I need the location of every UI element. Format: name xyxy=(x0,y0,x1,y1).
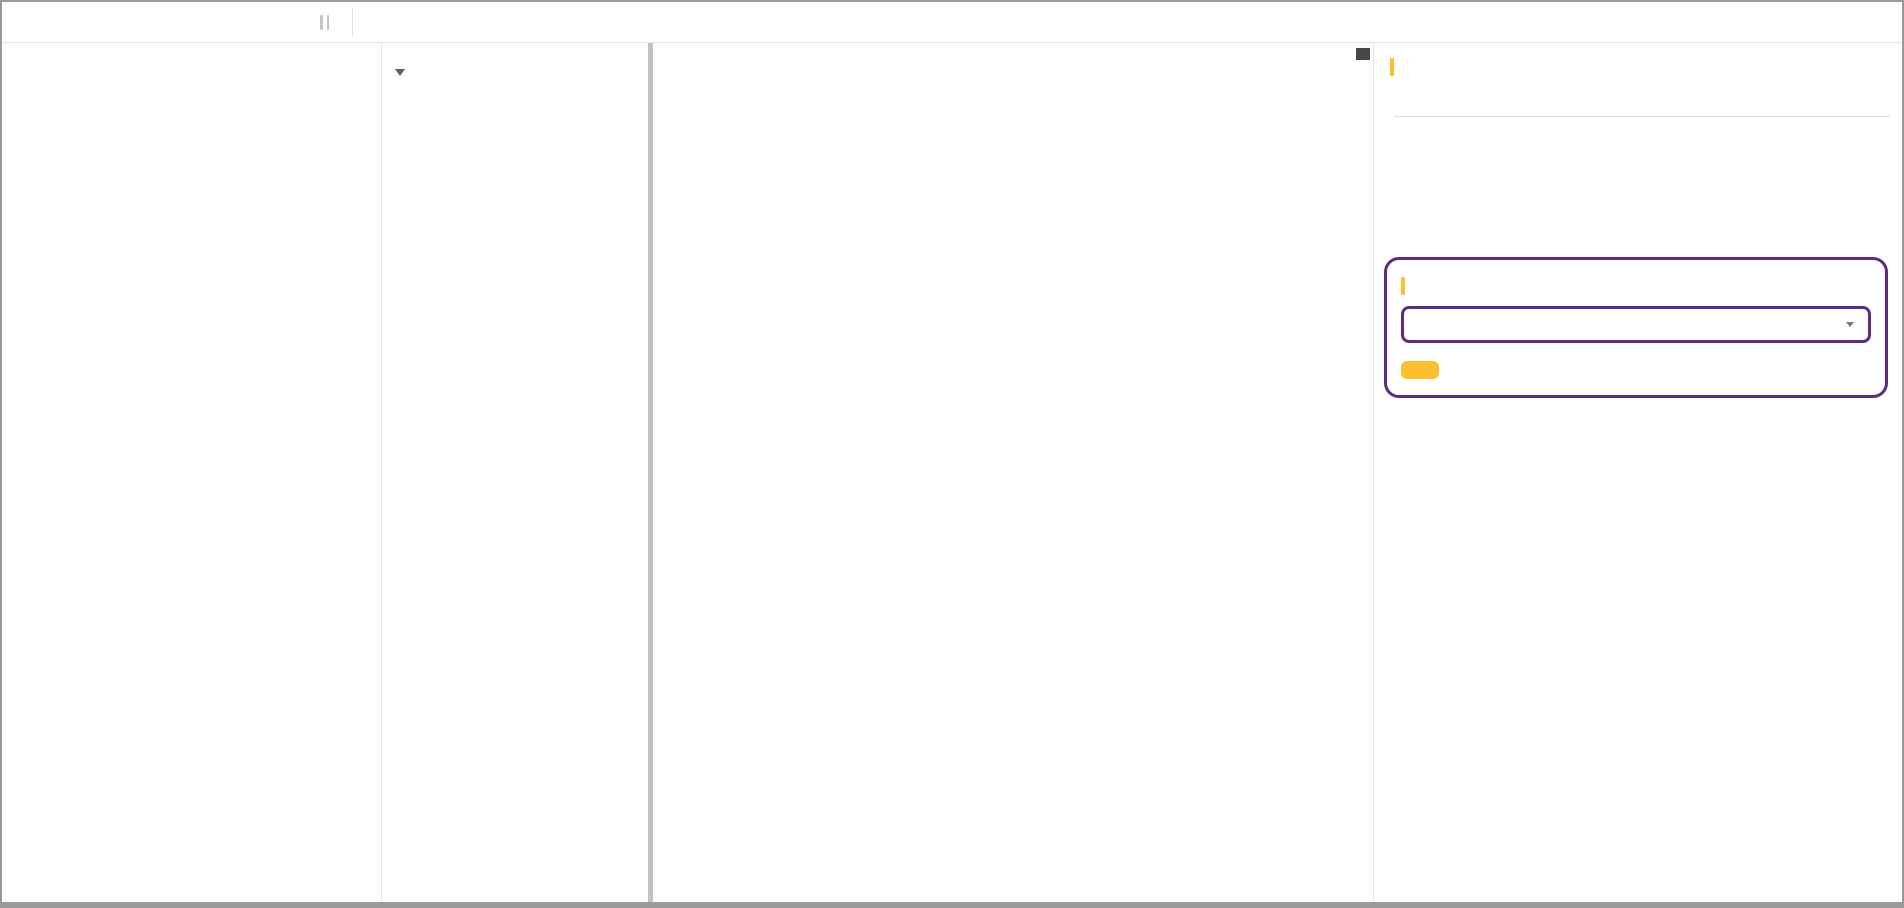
chevron-down-icon[interactable] xyxy=(395,69,405,76)
sql-test-title-row xyxy=(1401,277,1871,295)
editor-scrollbar-thumb[interactable] xyxy=(1356,48,1370,60)
datasource-dropdown annotation-datasource[interactable] xyxy=(1401,306,1871,343)
fields-table xyxy=(1394,90,1890,117)
toolbar-spacer xyxy=(2,2,343,42)
main-content xyxy=(2,43,1902,902)
run-sql-test-button[interactable] xyxy=(1401,361,1439,379)
accent-bar xyxy=(1401,277,1405,295)
sidebar xyxy=(2,43,382,902)
tree-root-sage100de[interactable] xyxy=(382,59,648,85)
connector-tree-panel xyxy=(382,43,648,902)
toolbar xyxy=(2,2,1902,43)
sql-test-card annotation-sql-test xyxy=(1384,257,1888,398)
toolbar-divider xyxy=(352,8,353,36)
details-panel xyxy=(1373,43,1902,902)
fields-card-title xyxy=(1390,58,1890,76)
datasource-value-wrap xyxy=(1562,322,1858,327)
app-window xyxy=(0,0,1904,908)
drag-handle-icon[interactable] xyxy=(320,15,329,30)
chevron-down-icon xyxy=(1846,322,1854,327)
accent-bar xyxy=(1390,58,1394,76)
sql-code-editor[interactable] xyxy=(653,43,1373,902)
fields-table-header xyxy=(1394,90,1890,117)
